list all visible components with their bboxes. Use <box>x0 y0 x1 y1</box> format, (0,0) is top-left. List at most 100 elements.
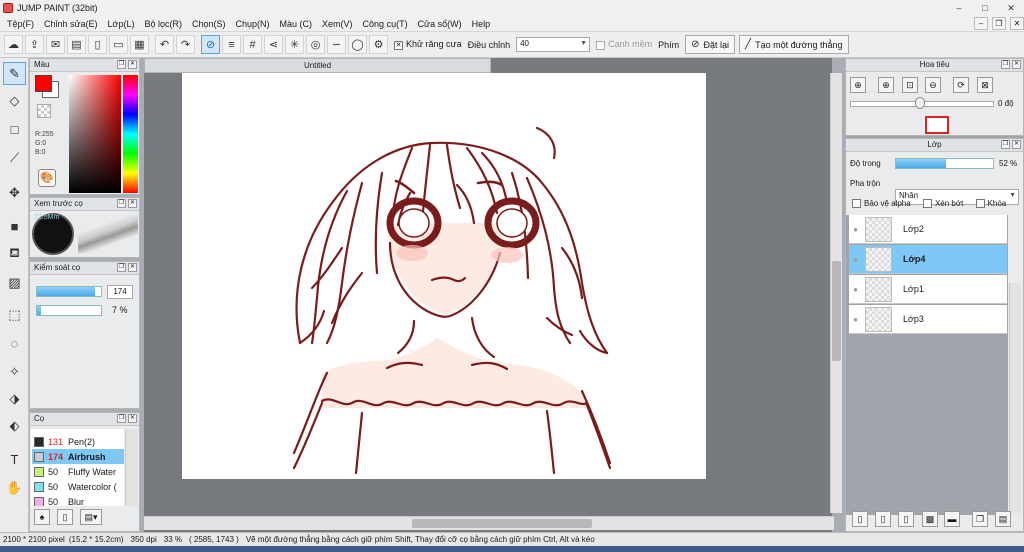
snap-curve-icon[interactable]: ∽ <box>327 35 346 54</box>
layer-visible-icon[interactable]: ● <box>849 225 862 234</box>
adjust-combobox[interactable]: 40 ▼ <box>516 37 591 52</box>
brush-item-pen[interactable]: 131 Pen(2) <box>32 434 124 449</box>
brush-item-airbrush[interactable]: 174 Airbrush <box>32 449 124 464</box>
rectangle-tool-icon[interactable]: □ <box>3 118 26 141</box>
menu-view[interactable]: Xem(V) <box>317 19 358 29</box>
lock-checkbox[interactable] <box>975 199 985 209</box>
layer-item-2[interactable]: ● Lớp2 <box>849 215 1007 244</box>
duplicate-layer-icon[interactable]: ❐ <box>972 511 988 527</box>
snap-radial-icon[interactable]: ✳ <box>285 35 304 54</box>
page-icon[interactable]: ▭ <box>109 35 128 54</box>
mdi-minimize-button[interactable]: – <box>974 17 988 30</box>
fill-rect-tool-icon[interactable]: ■ <box>3 215 26 238</box>
brush-new-icon[interactable]: ▯ <box>57 509 73 525</box>
new-folder-icon[interactable]: ▬ <box>944 511 960 527</box>
menu-file[interactable]: Tệp(F) <box>2 19 39 29</box>
layer-visible-icon[interactable]: ● <box>849 255 862 264</box>
close-button[interactable]: ✕ <box>998 0 1024 16</box>
transparent-color-swatch[interactable] <box>37 104 51 118</box>
panel-close-icon[interactable]: ✕ <box>128 60 137 69</box>
layer-item-4[interactable]: ● Lớp4 <box>849 245 1007 274</box>
clip-checkbox[interactable] <box>922 199 932 209</box>
protect-alpha-checkbox[interactable] <box>852 199 861 209</box>
panel-expand-icon[interactable]: ❐ <box>117 414 126 423</box>
mdi-close-button[interactable]: ✕ <box>1010 17 1024 30</box>
snap-ellipse-icon[interactable]: ◯ <box>348 35 367 54</box>
message-icon[interactable]: ▤ <box>67 35 86 54</box>
document-icon[interactable]: ▯ <box>88 35 107 54</box>
brush-list-scrollbar[interactable] <box>125 429 138 506</box>
flip-icon[interactable]: ⊠ <box>977 77 993 93</box>
zoom-fit-icon[interactable]: ⊕ <box>850 77 866 93</box>
menu-layer[interactable]: Lớp(L) <box>103 19 140 29</box>
document-tab[interactable]: Untitled <box>144 58 491 73</box>
eraser-tool-icon[interactable]: ◇ <box>3 89 26 112</box>
menu-capture[interactable]: Chụp(N) <box>231 19 275 29</box>
menu-tools[interactable]: Công cụ(T) <box>358 19 413 29</box>
panel-close-icon[interactable]: ✕ <box>128 414 137 423</box>
hue-slider[interactable] <box>123 75 138 193</box>
edge-checkbox[interactable] <box>596 40 606 50</box>
canvas-vertical-scrollbar[interactable] <box>830 73 842 513</box>
zoom-actual-icon[interactable]: ⊡ <box>902 77 918 93</box>
layer-opacity-slider[interactable] <box>895 158 994 169</box>
zoom-out-icon[interactable]: ⊖ <box>925 77 941 93</box>
new-tone-layer-icon[interactable]: ▩ <box>922 511 938 527</box>
layer-item-3[interactable]: ● Lớp3 <box>849 305 1007 334</box>
menu-color[interactable]: Màu (C) <box>275 19 318 29</box>
mdi-restore-button[interactable]: ❐ <box>992 17 1006 30</box>
new-layer-icon[interactable]: ▯ <box>852 511 868 527</box>
panel-close-icon[interactable]: ✕ <box>1012 140 1021 149</box>
menu-edit[interactable]: Chỉnh sửa(E) <box>39 19 103 29</box>
snap-off-icon[interactable]: ⊘ <box>201 35 220 54</box>
rotation-thumb[interactable] <box>915 97 925 109</box>
comment-icon[interactable]: ✉ <box>46 35 65 54</box>
horizontal-scroll-thumb[interactable] <box>412 519 592 528</box>
panel-expand-icon[interactable]: ❐ <box>117 263 126 272</box>
hand-tool-icon[interactable]: ✋ <box>3 476 26 499</box>
minimize-button[interactable]: – <box>946 0 972 16</box>
lasso-tool-icon[interactable]: ◌ <box>3 332 26 355</box>
panel-close-icon[interactable]: ✕ <box>1012 60 1021 69</box>
antialias-checkbox[interactable]: ✕ <box>394 40 403 50</box>
layer-list-scrollbar[interactable] <box>1009 283 1021 513</box>
brush-item-blur[interactable]: 50 Blur <box>32 494 124 506</box>
panel-expand-icon[interactable]: ❐ <box>1001 60 1010 69</box>
brush-add-icon[interactable]: ♠ <box>34 509 50 525</box>
palette-icon[interactable]: 🎨 <box>38 169 56 187</box>
snap-circle-icon[interactable]: ◎ <box>306 35 325 54</box>
brush-size-value[interactable]: 174 <box>107 285 133 299</box>
redo-icon[interactable]: ↷ <box>176 35 195 54</box>
line-tool-icon[interactable]: ⟋ <box>3 146 26 169</box>
brush-opacity-slider[interactable] <box>36 305 102 316</box>
select-eraser-tool-icon[interactable]: ⬖ <box>3 414 26 437</box>
reset-button[interactable]: ⊘ Đặt lại <box>685 35 736 54</box>
cloud-icon[interactable]: ☁ <box>4 35 23 54</box>
menu-select[interactable]: Chọn(S) <box>187 19 231 29</box>
magic-wand-tool-icon[interactable]: ✧ <box>3 360 26 383</box>
panel-expand-icon[interactable]: ❐ <box>117 199 126 208</box>
menu-window[interactable]: Cửa sổ(W) <box>413 19 467 29</box>
select-rect-tool-icon[interactable]: ⬚ <box>3 303 26 326</box>
new-layer-8bit-icon[interactable]: ▯ <box>875 511 891 527</box>
move-tool-icon[interactable]: ✥ <box>3 181 26 204</box>
layer-visible-icon[interactable]: ● <box>849 315 862 324</box>
saturation-value-picker[interactable] <box>69 75 121 193</box>
panel-close-icon[interactable]: ✕ <box>128 263 137 272</box>
snap-vanish-icon[interactable]: ⋖ <box>264 35 283 54</box>
canvas-horizontal-scrollbar[interactable] <box>144 516 834 530</box>
undo-icon[interactable]: ↶ <box>155 35 174 54</box>
brush-menu-icon[interactable]: ▤▾ <box>80 509 102 525</box>
drawing-canvas[interactable] <box>182 73 706 479</box>
new-layer-1bit-icon[interactable]: ▯ <box>898 511 914 527</box>
foreground-color-swatch[interactable] <box>35 75 52 92</box>
menu-help[interactable]: Help <box>467 19 496 29</box>
share-icon[interactable]: ⇪ <box>25 35 44 54</box>
text-tool-icon[interactable]: T <box>3 448 26 471</box>
panel-close-icon[interactable]: ✕ <box>128 199 137 208</box>
make-line-button[interactable]: ╱ Tạo một đường thẳng <box>739 35 849 54</box>
zoom-in-icon[interactable]: ⊕ <box>878 77 894 93</box>
vertical-scroll-thumb[interactable] <box>832 261 841 361</box>
brush-item-watercolor[interactable]: 50 Watercolor ( <box>32 479 124 494</box>
brush-item-fluffy-water[interactable]: 50 Fluffy Water <box>32 464 124 479</box>
